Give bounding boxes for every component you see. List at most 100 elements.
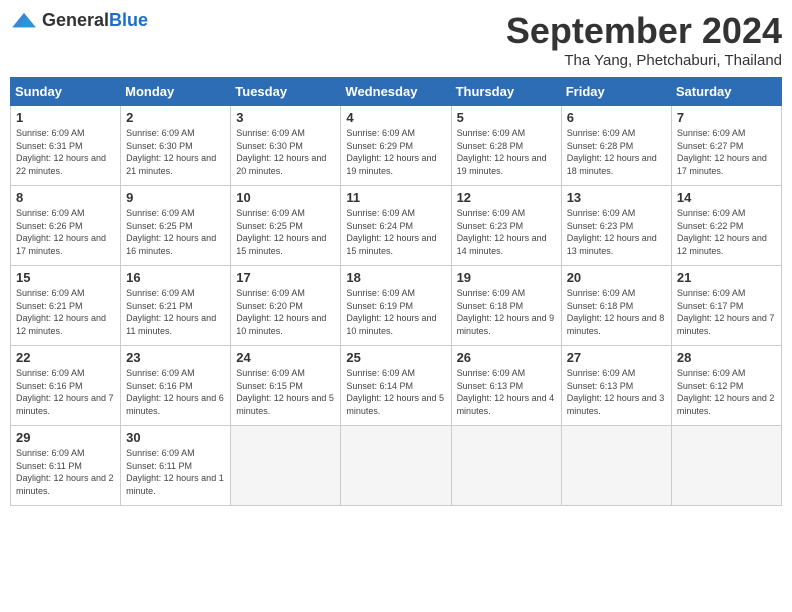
month-title: September 2024 [506,10,782,52]
daylight-text: Daylight: 12 hours and 17 minutes. [16,232,115,257]
daylight-text: Daylight: 12 hours and 8 minutes. [567,312,666,337]
sunrise-text: Sunrise: 6:09 AM [236,367,335,380]
sunset-text: Sunset: 6:15 PM [236,380,335,393]
sunset-text: Sunset: 6:30 PM [236,140,335,153]
sunset-text: Sunset: 6:16 PM [126,380,225,393]
day-number: 30 [126,430,225,445]
day-number: 12 [457,190,556,205]
daylight-text: Daylight: 12 hours and 6 minutes. [126,392,225,417]
day-number: 14 [677,190,776,205]
table-row: 1 Sunrise: 6:09 AM Sunset: 6:31 PM Dayli… [11,106,121,186]
daylight-text: Daylight: 12 hours and 7 minutes. [677,312,776,337]
sunset-text: Sunset: 6:30 PM [126,140,225,153]
sunset-text: Sunset: 6:25 PM [236,220,335,233]
day-info: Sunrise: 6:09 AM Sunset: 6:21 PM Dayligh… [126,287,225,337]
day-number: 1 [16,110,115,125]
sunset-text: Sunset: 6:17 PM [677,300,776,313]
day-number: 26 [457,350,556,365]
calendar-week-row: 22 Sunrise: 6:09 AM Sunset: 6:16 PM Dayl… [11,346,782,426]
daylight-text: Daylight: 12 hours and 10 minutes. [346,312,445,337]
day-number: 4 [346,110,445,125]
day-info: Sunrise: 6:09 AM Sunset: 6:25 PM Dayligh… [126,207,225,257]
sunset-text: Sunset: 6:28 PM [457,140,556,153]
page-header: GeneralBlue September 2024 Tha Yang, Phe… [10,10,782,69]
table-row: 28 Sunrise: 6:09 AM Sunset: 6:12 PM Dayl… [671,346,781,426]
day-info: Sunrise: 6:09 AM Sunset: 6:25 PM Dayligh… [236,207,335,257]
daylight-text: Daylight: 12 hours and 22 minutes. [16,152,115,177]
day-number: 17 [236,270,335,285]
sunrise-text: Sunrise: 6:09 AM [16,207,115,220]
table-row: 26 Sunrise: 6:09 AM Sunset: 6:13 PM Dayl… [451,346,561,426]
col-sunday: Sunday [11,78,121,106]
table-row: 30 Sunrise: 6:09 AM Sunset: 6:11 PM Dayl… [121,426,231,506]
day-number: 18 [346,270,445,285]
day-number: 24 [236,350,335,365]
daylight-text: Daylight: 12 hours and 10 minutes. [236,312,335,337]
sunset-text: Sunset: 6:23 PM [457,220,556,233]
col-friday: Friday [561,78,671,106]
day-info: Sunrise: 6:09 AM Sunset: 6:17 PM Dayligh… [677,287,776,337]
day-info: Sunrise: 6:09 AM Sunset: 6:18 PM Dayligh… [457,287,556,337]
sunrise-text: Sunrise: 6:09 AM [236,127,335,140]
table-row: 22 Sunrise: 6:09 AM Sunset: 6:16 PM Dayl… [11,346,121,426]
day-info: Sunrise: 6:09 AM Sunset: 6:29 PM Dayligh… [346,127,445,177]
sunset-text: Sunset: 6:18 PM [567,300,666,313]
day-number: 5 [457,110,556,125]
sunset-text: Sunset: 6:21 PM [16,300,115,313]
sunrise-text: Sunrise: 6:09 AM [346,207,445,220]
day-number: 2 [126,110,225,125]
day-number: 22 [16,350,115,365]
sunset-text: Sunset: 6:26 PM [16,220,115,233]
table-row: 12 Sunrise: 6:09 AM Sunset: 6:23 PM Dayl… [451,186,561,266]
sunrise-text: Sunrise: 6:09 AM [236,207,335,220]
sunrise-text: Sunrise: 6:09 AM [16,367,115,380]
sunrise-text: Sunrise: 6:09 AM [346,367,445,380]
day-number: 11 [346,190,445,205]
day-info: Sunrise: 6:09 AM Sunset: 6:30 PM Dayligh… [126,127,225,177]
sunrise-text: Sunrise: 6:09 AM [126,127,225,140]
table-row: 16 Sunrise: 6:09 AM Sunset: 6:21 PM Dayl… [121,266,231,346]
sunrise-text: Sunrise: 6:09 AM [16,127,115,140]
logo-icon [10,11,38,31]
sunset-text: Sunset: 6:23 PM [567,220,666,233]
sunset-text: Sunset: 6:13 PM [567,380,666,393]
calendar-header-row: Sunday Monday Tuesday Wednesday Thursday… [11,78,782,106]
sunrise-text: Sunrise: 6:09 AM [457,207,556,220]
daylight-text: Daylight: 12 hours and 5 minutes. [236,392,335,417]
day-info: Sunrise: 6:09 AM Sunset: 6:30 PM Dayligh… [236,127,335,177]
day-number: 28 [677,350,776,365]
day-number: 6 [567,110,666,125]
table-row: 9 Sunrise: 6:09 AM Sunset: 6:25 PM Dayli… [121,186,231,266]
sunset-text: Sunset: 6:21 PM [126,300,225,313]
daylight-text: Daylight: 12 hours and 21 minutes. [126,152,225,177]
location-title: Tha Yang, Phetchaburi, Thailand [506,52,782,69]
day-info: Sunrise: 6:09 AM Sunset: 6:11 PM Dayligh… [16,447,115,497]
daylight-text: Daylight: 12 hours and 2 minutes. [677,392,776,417]
sunset-text: Sunset: 6:24 PM [346,220,445,233]
sunrise-text: Sunrise: 6:09 AM [677,207,776,220]
day-info: Sunrise: 6:09 AM Sunset: 6:27 PM Dayligh… [677,127,776,177]
table-row: 23 Sunrise: 6:09 AM Sunset: 6:16 PM Dayl… [121,346,231,426]
calendar-week-row: 15 Sunrise: 6:09 AM Sunset: 6:21 PM Dayl… [11,266,782,346]
daylight-text: Daylight: 12 hours and 17 minutes. [677,152,776,177]
sunset-text: Sunset: 6:16 PM [16,380,115,393]
table-row [451,426,561,506]
table-row: 6 Sunrise: 6:09 AM Sunset: 6:28 PM Dayli… [561,106,671,186]
sunrise-text: Sunrise: 6:09 AM [16,287,115,300]
sunset-text: Sunset: 6:27 PM [677,140,776,153]
day-info: Sunrise: 6:09 AM Sunset: 6:15 PM Dayligh… [236,367,335,417]
sunrise-text: Sunrise: 6:09 AM [457,287,556,300]
day-number: 23 [126,350,225,365]
sunrise-text: Sunrise: 6:09 AM [677,127,776,140]
daylight-text: Daylight: 12 hours and 16 minutes. [126,232,225,257]
day-info: Sunrise: 6:09 AM Sunset: 6:24 PM Dayligh… [346,207,445,257]
sunset-text: Sunset: 6:11 PM [16,460,115,473]
calendar-week-row: 29 Sunrise: 6:09 AM Sunset: 6:11 PM Dayl… [11,426,782,506]
sunset-text: Sunset: 6:19 PM [346,300,445,313]
table-row [561,426,671,506]
table-row: 15 Sunrise: 6:09 AM Sunset: 6:21 PM Dayl… [11,266,121,346]
table-row: 27 Sunrise: 6:09 AM Sunset: 6:13 PM Dayl… [561,346,671,426]
table-row: 11 Sunrise: 6:09 AM Sunset: 6:24 PM Dayl… [341,186,451,266]
daylight-text: Daylight: 12 hours and 7 minutes. [16,392,115,417]
day-info: Sunrise: 6:09 AM Sunset: 6:12 PM Dayligh… [677,367,776,417]
